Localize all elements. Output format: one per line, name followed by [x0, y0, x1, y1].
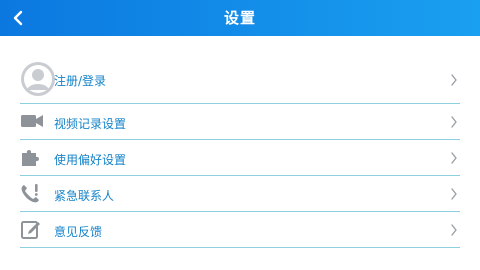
page-title: 设置: [223, 9, 256, 27]
menu-item-emergency-contact[interactable]: 紧急联系人: [20, 176, 460, 212]
menu-item-preferences[interactable]: 使用偏好设置: [20, 140, 460, 176]
top-bar: 设置: [0, 0, 480, 36]
edit-icon: [21, 221, 40, 239]
video-camera-icon: [21, 115, 43, 127]
puzzle-icon: [22, 150, 39, 166]
menu-item-label: 意见反馈: [54, 225, 103, 239]
chevron-right-icon: [451, 224, 457, 236]
menu-item-label: 使用偏好设置: [54, 153, 127, 167]
avatar-icon: [21, 62, 55, 96]
phone-alert-icon: [21, 184, 39, 203]
menu-item-login[interactable]: 注册/登录: [20, 58, 460, 104]
divider: [20, 247, 460, 248]
menu-item-feedback[interactable]: 意见反馈: [20, 212, 460, 248]
chevron-right-icon: [451, 116, 457, 128]
chevron-right-icon: [451, 152, 457, 164]
menu-item-label: 注册/登录: [54, 74, 107, 88]
menu-item-label: 紧急联系人: [54, 189, 115, 203]
menu-item-video-settings[interactable]: 视频记录设置: [20, 104, 460, 140]
menu-item-label: 视频记录设置: [54, 117, 127, 131]
chevron-right-icon: [451, 188, 457, 200]
chevron-right-icon: [451, 74, 457, 86]
